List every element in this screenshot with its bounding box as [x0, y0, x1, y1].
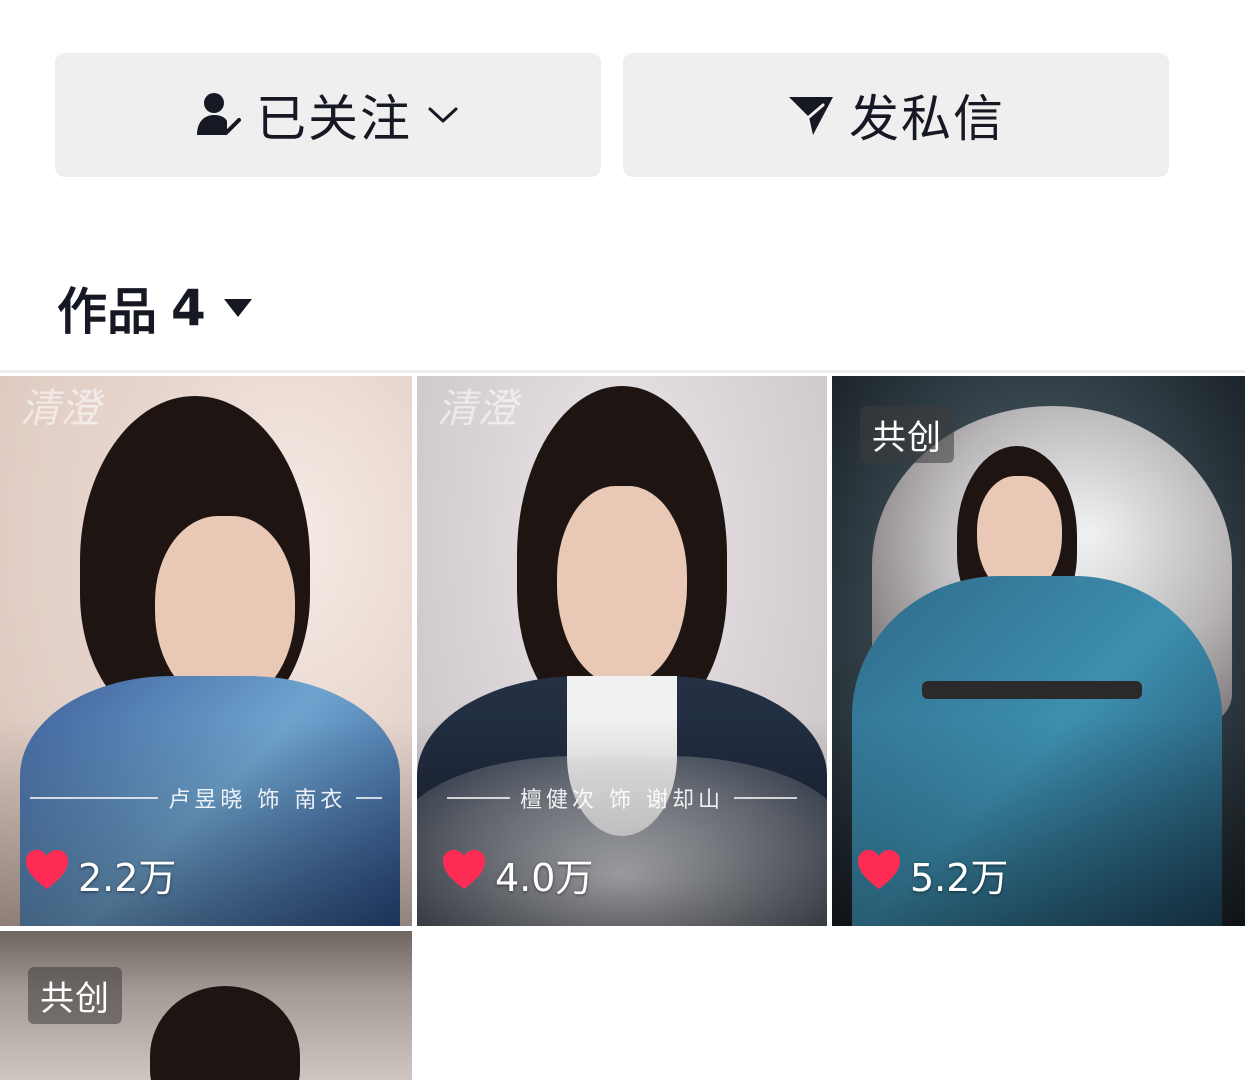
- like-count: 5.2万: [856, 847, 1008, 902]
- send-message-label: 发私信: [849, 90, 1005, 148]
- caption-text: 卢昱晓 饰 南衣: [168, 788, 347, 813]
- heart-icon: [441, 849, 487, 900]
- heart-icon: [24, 849, 70, 900]
- video-caption: 卢昱晓 饰 南衣: [30, 782, 382, 814]
- profile-action-row: 已关注 发私信: [55, 53, 1169, 177]
- heart-icon: [856, 849, 902, 900]
- caret-down-icon: [222, 297, 254, 319]
- works-tab-header[interactable]: 作品 4: [57, 272, 254, 344]
- like-count-value: 4.0万: [495, 856, 594, 900]
- grid-divider: [0, 370, 1245, 373]
- chevron-down-icon: [426, 103, 460, 127]
- co-creation-badge: 共创: [860, 406, 954, 463]
- user-check-icon: [196, 91, 242, 139]
- caption-text: 檀健次 饰 谢却山: [520, 788, 724, 813]
- video-caption: 檀健次 饰 谢却山: [447, 782, 797, 814]
- video-tile-3[interactable]: 共创 5.2万: [832, 376, 1245, 926]
- video-tile-4[interactable]: 共创: [0, 931, 412, 1080]
- works-count: 4: [171, 279, 206, 337]
- works-title: 作品: [57, 283, 157, 341]
- follow-status-label: 已关注: [256, 90, 412, 148]
- drama-watermark: 清澄: [437, 386, 517, 432]
- paper-plane-icon: [787, 93, 835, 137]
- video-tile-2[interactable]: 清澄 檀健次 饰 谢却山 4.0万: [417, 376, 827, 926]
- like-count-value: 5.2万: [910, 856, 1009, 900]
- send-message-button[interactable]: 发私信: [623, 53, 1169, 177]
- follow-status-button[interactable]: 已关注: [55, 53, 601, 177]
- video-tile-1[interactable]: 清澄 卢昱晓 饰 南衣 2.2万: [0, 376, 412, 926]
- like-count-value: 2.2万: [78, 856, 177, 900]
- like-count: 2.2万: [24, 847, 176, 902]
- drama-watermark: 清澄: [20, 386, 100, 432]
- like-count: 4.0万: [441, 847, 593, 902]
- co-creation-badge: 共创: [28, 967, 122, 1024]
